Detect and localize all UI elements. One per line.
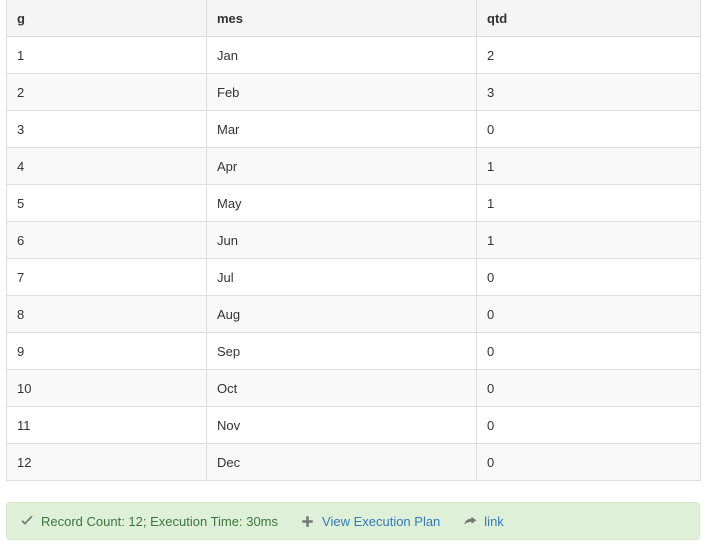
status-bar: Record Count: 12; Execution Time: 30ms V… xyxy=(6,502,700,540)
cell-qtd: 1 xyxy=(476,184,701,222)
cell-qtd: 0 xyxy=(476,332,701,370)
cell-g: 10 xyxy=(6,369,207,407)
table-row: 5 May 1 xyxy=(6,184,701,222)
cell-qtd: 2 xyxy=(476,36,701,74)
table-row: 8 Aug 0 xyxy=(6,295,701,333)
cell-qtd: 0 xyxy=(476,443,701,481)
cell-mes: Jul xyxy=(206,258,477,296)
cell-qtd: 0 xyxy=(476,406,701,444)
link-group[interactable]: link xyxy=(462,514,504,529)
table-row: 9 Sep 0 xyxy=(6,332,701,370)
cell-g: 6 xyxy=(6,221,207,259)
table-row: 3 Mar 0 xyxy=(6,110,701,148)
cell-qtd: 1 xyxy=(476,221,701,259)
cell-mes: Nov xyxy=(206,406,477,444)
cell-mes: Dec xyxy=(206,443,477,481)
record-count-text: Record Count: 12; Execution Time: 30ms xyxy=(41,513,279,529)
cell-qtd: 3 xyxy=(476,73,701,111)
table-row: 12 Dec 0 xyxy=(6,443,701,481)
cell-mes: Mar xyxy=(206,110,477,148)
cell-mes: May xyxy=(206,184,477,222)
results-table: g mes qtd 1 Jan 2 2 Feb 3 3 Mar 0 4 Apr … xyxy=(6,0,701,481)
cell-qtd: 0 xyxy=(476,258,701,296)
share-arrow-icon xyxy=(462,514,477,529)
cell-qtd: 0 xyxy=(476,369,701,407)
column-header-g[interactable]: g xyxy=(6,0,207,37)
view-execution-plan-group[interactable]: View Execution Plan xyxy=(300,514,440,529)
cell-mes: Jun xyxy=(206,221,477,259)
plus-icon xyxy=(300,514,315,529)
table-row: 4 Apr 1 xyxy=(6,147,701,185)
cell-g: 12 xyxy=(6,443,207,481)
table-body: 1 Jan 2 2 Feb 3 3 Mar 0 4 Apr 1 5 May 1 … xyxy=(6,36,701,481)
cell-g: 3 xyxy=(6,110,207,148)
table-row: 10 Oct 0 xyxy=(6,369,701,407)
cell-mes: Apr xyxy=(206,147,477,185)
cell-g: 4 xyxy=(6,147,207,185)
cell-mes: Feb xyxy=(206,73,477,111)
cell-mes: Oct xyxy=(206,369,477,407)
cell-g: 11 xyxy=(6,406,207,444)
record-count-group: Record Count: 12; Execution Time: 30ms xyxy=(19,514,278,529)
cell-mes: Sep xyxy=(206,332,477,370)
column-header-qtd[interactable]: qtd xyxy=(476,0,701,37)
table-row: 2 Feb 3 xyxy=(6,73,701,111)
cell-qtd: 0 xyxy=(476,110,701,148)
cell-mes: Jan xyxy=(206,36,477,74)
table-row: 7 Jul 0 xyxy=(6,258,701,296)
view-execution-plan-link[interactable]: View Execution Plan xyxy=(322,514,440,529)
check-icon xyxy=(19,514,34,529)
cell-g: 7 xyxy=(6,258,207,296)
cell-qtd: 0 xyxy=(476,295,701,333)
link-link[interactable]: link xyxy=(484,514,504,529)
table-row: 11 Nov 0 xyxy=(6,406,701,444)
query-results-page: g mes qtd 1 Jan 2 2 Feb 3 3 Mar 0 4 Apr … xyxy=(0,0,706,546)
table-header-row: g mes qtd xyxy=(6,0,701,37)
cell-g: 9 xyxy=(6,332,207,370)
cell-g: 1 xyxy=(6,36,207,74)
table-row: 6 Jun 1 xyxy=(6,221,701,259)
table-header: g mes qtd xyxy=(6,0,701,37)
cell-g: 8 xyxy=(6,295,207,333)
cell-mes: Aug xyxy=(206,295,477,333)
cell-g: 5 xyxy=(6,184,207,222)
table-row: 1 Jan 2 xyxy=(6,36,701,74)
cell-g: 2 xyxy=(6,73,207,111)
cell-qtd: 1 xyxy=(476,147,701,185)
column-header-mes[interactable]: mes xyxy=(206,0,477,37)
